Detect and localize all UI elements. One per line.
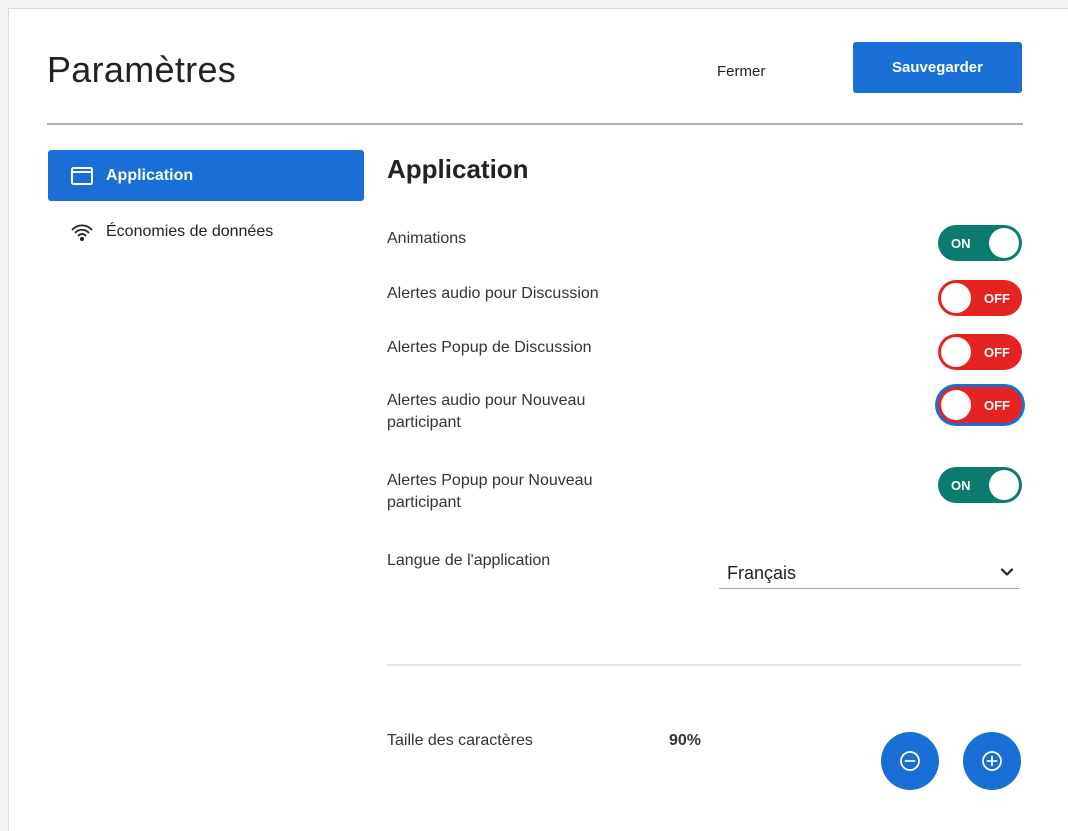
- toggle-state: OFF: [984, 397, 1010, 413]
- font-size-value: 90%: [669, 732, 702, 749]
- page-title: Paramètres: [47, 49, 237, 90]
- increase-font-button[interactable]: [963, 732, 1021, 790]
- sidebar-item-data-savings[interactable]: Économies de données: [48, 206, 364, 257]
- sidebar-item-label: Application: [106, 166, 194, 184]
- toggle-state: OFF: [984, 344, 1010, 360]
- toggle-state: ON: [951, 477, 971, 493]
- settings-dialog: Paramètres Fermer Sauvegarder Applicatio…: [8, 8, 1068, 831]
- toggle-popup-participant[interactable]: ON: [938, 467, 1022, 503]
- toggle-audio-participant[interactable]: OFF: [938, 387, 1022, 423]
- toggle-knob: [989, 470, 1019, 500]
- setting-label-popup-participant: Alertes Popup pour Nouveau participant: [387, 472, 593, 511]
- section-title: Application: [387, 154, 529, 184]
- section-divider: [387, 664, 1021, 666]
- font-size-label: Taille des caractères: [387, 732, 533, 749]
- setting-label-popup-chat: Alertes Popup de Discussion: [387, 339, 592, 356]
- close-button[interactable]: Fermer: [717, 59, 765, 83]
- toggle-knob: [941, 337, 971, 367]
- minus-circle-icon: [900, 751, 920, 771]
- header-divider: [47, 123, 1023, 125]
- setting-label-audio-participant: Alertes audio pour Nouveau participant: [387, 392, 586, 431]
- chevron-down-icon: [1000, 567, 1014, 576]
- setting-label-audio-chat: Alertes audio pour Discussion: [387, 285, 599, 302]
- plus-circle-icon: [982, 751, 1002, 771]
- language-select-value: Français: [727, 563, 797, 583]
- toggle-popup-chat[interactable]: OFF: [938, 334, 1022, 370]
- wifi-icon: [70, 222, 94, 242]
- language-select[interactable]: Français: [719, 553, 1019, 589]
- toggle-state: OFF: [984, 290, 1010, 306]
- sidebar-item-application[interactable]: Application: [48, 150, 364, 201]
- toggle-knob: [989, 228, 1019, 258]
- toggle-animations[interactable]: ON: [938, 225, 1022, 261]
- setting-label-animations: Animations: [387, 230, 467, 247]
- toggle-knob: [941, 390, 971, 420]
- language-label: Langue de l'application: [387, 552, 551, 569]
- toggle-knob: [941, 283, 971, 313]
- toggle-state: ON: [951, 235, 971, 251]
- save-button[interactable]: Sauvegarder: [853, 42, 1022, 93]
- decrease-font-button[interactable]: [881, 732, 939, 790]
- window-icon: [70, 166, 94, 186]
- toggle-audio-chat[interactable]: OFF: [938, 280, 1022, 316]
- sidebar-item-label: Économies de données: [106, 222, 274, 240]
